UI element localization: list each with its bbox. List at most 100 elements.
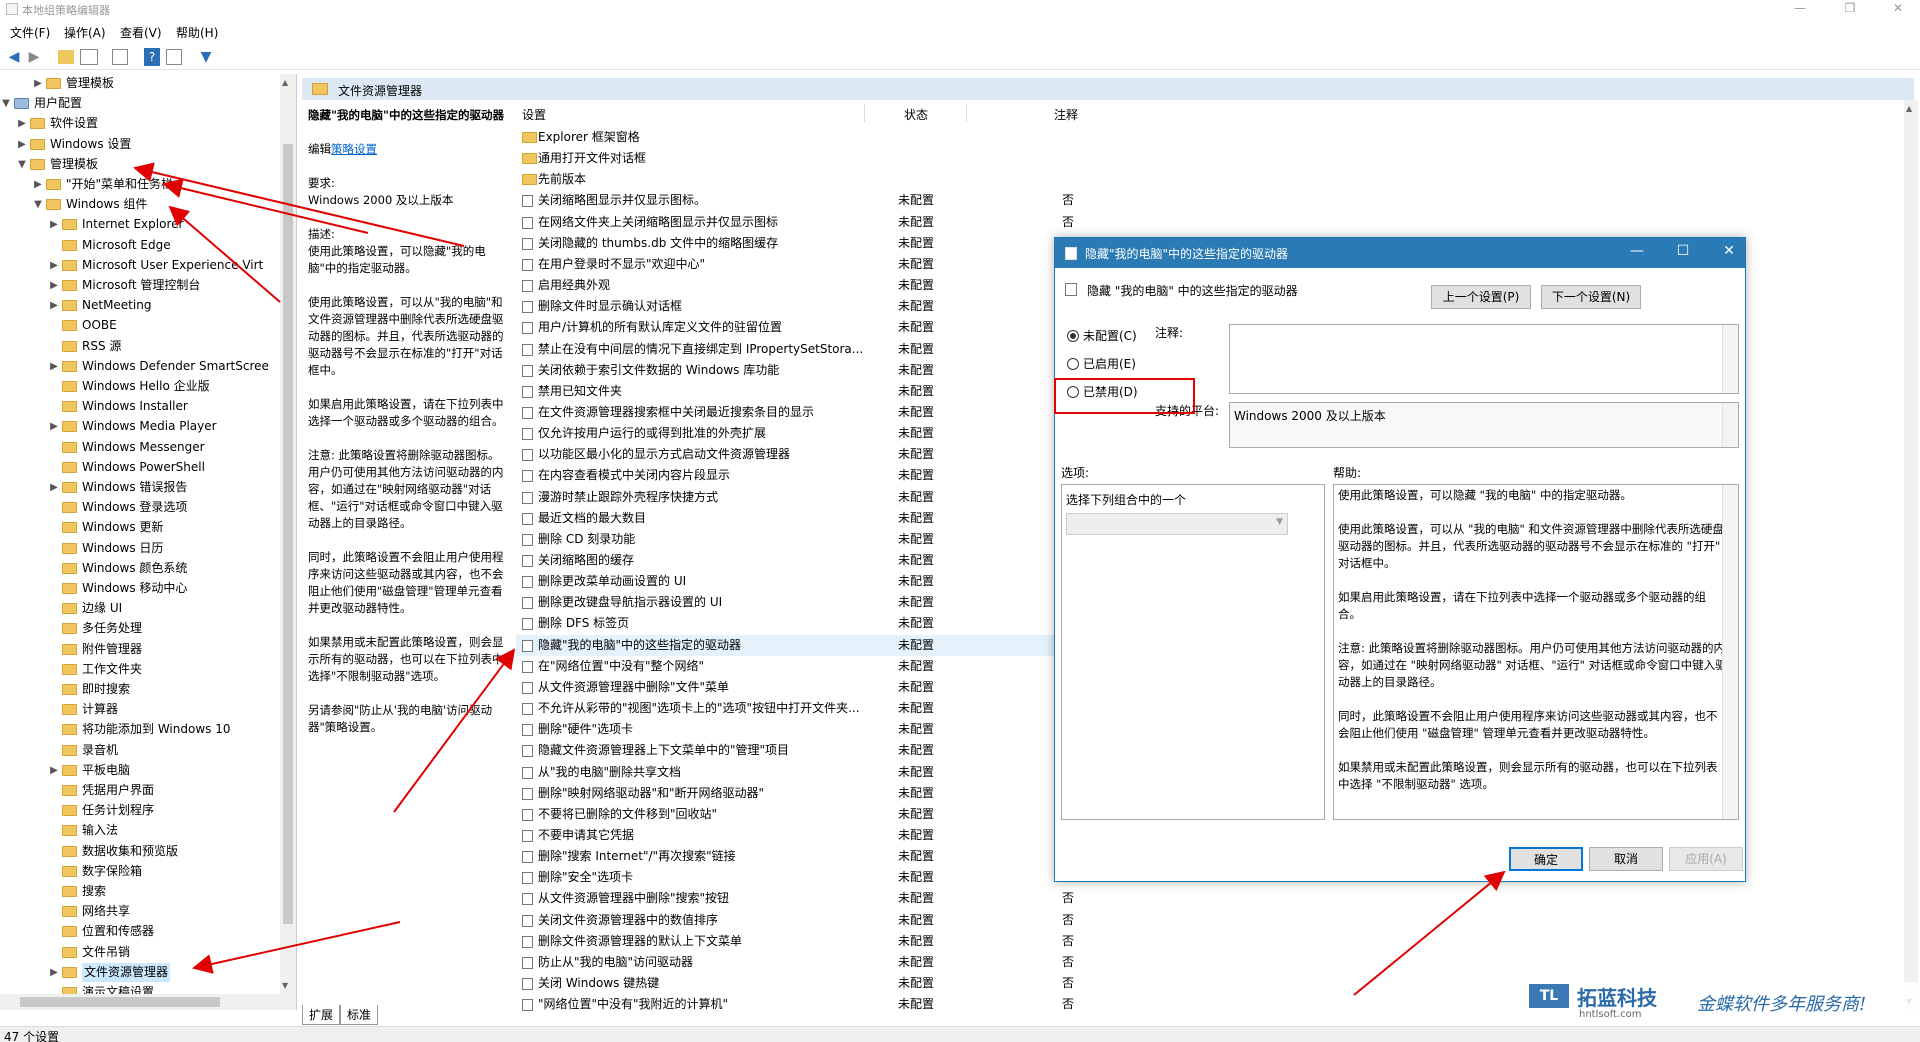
folder-row[interactable]: Explorer 框架窗格	[516, 127, 1616, 148]
chevron-right-icon[interactable]: ▶	[48, 357, 60, 376]
chevron-down-icon[interactable]: ▼	[32, 195, 44, 214]
tree-item[interactable]: ▼ Windows 组件	[0, 195, 282, 214]
export-list-icon[interactable]	[112, 49, 128, 65]
platform-scrollbar[interactable]	[1722, 403, 1738, 447]
cancel-button[interactable]: 取消	[1589, 847, 1663, 871]
chevron-right-icon[interactable]: ▶	[48, 478, 60, 497]
ok-button[interactable]: 确定	[1509, 847, 1583, 871]
tree-horizontal-scrollbar[interactable]	[0, 994, 296, 1010]
tree-item[interactable]: ▶ Microsoft 管理控制台	[0, 276, 282, 295]
comment-scrollbar[interactable]	[1722, 325, 1738, 393]
setting-row[interactable]: 关闭 Windows 键热键 未配置 否	[516, 973, 1616, 994]
tree-item[interactable]: 搜索	[0, 882, 282, 901]
help-icon[interactable]: ?	[144, 48, 160, 66]
show-hide-tree-icon[interactable]	[80, 49, 98, 65]
tree-item[interactable]: Windows Hello 企业版	[0, 377, 282, 396]
tree-vertical-scrollbar[interactable]: ▲ ▼	[280, 74, 296, 994]
back-icon[interactable]: ◀	[6, 48, 22, 66]
tab-extended[interactable]: 扩展	[302, 1005, 341, 1025]
chevron-right-icon[interactable]: ▶	[16, 114, 28, 133]
up-folder-icon[interactable]	[58, 50, 74, 64]
tree-item[interactable]: Windows Messenger	[0, 438, 282, 457]
tree-item[interactable]: OOBE	[0, 316, 282, 335]
tree-item[interactable]: 文件吊销	[0, 943, 282, 962]
minimize-button[interactable]: —	[1780, 0, 1820, 18]
tree-item[interactable]: 将功能添加到 Windows 10	[0, 720, 282, 739]
chevron-right-icon[interactable]: ▶	[32, 74, 44, 93]
chevron-right-icon[interactable]: ▶	[48, 276, 60, 295]
chevron-right-icon[interactable]: ▶	[32, 175, 44, 194]
tree-item[interactable]: 输入法	[0, 821, 282, 840]
tree-item[interactable]: Windows 颜色系统	[0, 559, 282, 578]
menu-action[interactable]: 操作(A)	[64, 24, 106, 41]
previous-setting-button[interactable]: 上一个设置(P)	[1431, 285, 1531, 309]
tree-item[interactable]: 凭据用户界面	[0, 781, 282, 800]
help-scrollbar[interactable]	[1722, 485, 1738, 819]
close-button[interactable]: ✕	[1878, 0, 1918, 18]
next-setting-button[interactable]: 下一个设置(N)	[1541, 285, 1641, 309]
chevron-down-icon[interactable]: ▼	[16, 155, 28, 174]
tree-item[interactable]: ▼ 用户配置	[0, 94, 282, 113]
edit-policy-link[interactable]: 策略设置	[331, 142, 377, 156]
menu-view[interactable]: 查看(V)	[120, 24, 162, 41]
tree-scroll-thumb[interactable]	[283, 144, 293, 924]
tree-item[interactable]: Windows Installer	[0, 397, 282, 416]
chevron-right-icon[interactable]: ▶	[48, 296, 60, 315]
dialog-minimize-button[interactable]: —	[1627, 243, 1647, 259]
tree-item[interactable]: ▶ 文件资源管理器	[0, 962, 282, 982]
tree-item[interactable]: ▶ "开始"菜单和任务栏	[0, 175, 282, 194]
tree-item[interactable]: ▶ Windows Defender SmartScree	[0, 357, 282, 376]
setting-row[interactable]: 防止从"我的电脑"访问驱动器 未配置 否	[516, 952, 1616, 973]
setting-row[interactable]: 从文件资源管理器中删除"搜索"按钮 未配置 否	[516, 888, 1616, 909]
chevron-right-icon[interactable]: ▶	[48, 256, 60, 275]
apply-button[interactable]: 应用(A)	[1669, 847, 1743, 871]
tree-item[interactable]: 计算器	[0, 700, 282, 719]
tree-item[interactable]: RSS 源	[0, 337, 282, 356]
column-note[interactable]: 注释	[1054, 106, 1078, 123]
tree-item[interactable]: 录音机	[0, 741, 282, 760]
dialog-close-button[interactable]: ✕	[1719, 243, 1739, 259]
tree-item[interactable]: Microsoft Edge	[0, 236, 282, 255]
tree-item[interactable]: 网络共享	[0, 902, 282, 921]
tree-item[interactable]: 多任务处理	[0, 619, 282, 638]
tree-item[interactable]: 工作文件夹	[0, 660, 282, 679]
menu-help[interactable]: 帮助(H)	[176, 24, 218, 41]
drive-select[interactable]: ▼	[1066, 513, 1288, 535]
comment-textarea[interactable]	[1229, 324, 1739, 394]
tree-item[interactable]: 数据收集和预览版	[0, 842, 282, 861]
tree-item[interactable]: ▶ 平板电脑	[0, 761, 282, 780]
tree-item[interactable]: 附件管理器	[0, 640, 282, 659]
tree-item[interactable]: ▶ Windows 设置	[0, 135, 282, 154]
tree-item[interactable]: 即时搜索	[0, 680, 282, 699]
tree-item[interactable]: ▼ 管理模板	[0, 155, 282, 174]
folder-row[interactable]: 先前版本	[516, 169, 1616, 190]
tree-item[interactable]: ▶ Windows 错误报告	[0, 478, 282, 497]
restore-button[interactable]: ❐	[1830, 0, 1870, 18]
tree-item[interactable]: ▶ Microsoft User Experience Virt	[0, 256, 282, 275]
menu-file[interactable]: 文件(F)	[10, 24, 50, 41]
setting-row[interactable]: 关闭文件资源管理器中的数值排序 未配置 否	[516, 910, 1616, 931]
setting-row[interactable]: 在网络文件夹上关闭缩略图显示并仅显示图标 未配置 否	[516, 212, 1616, 233]
filter-icon[interactable]: ▼	[198, 48, 214, 66]
chevron-down-icon[interactable]: ▼	[0, 94, 12, 113]
tree-item[interactable]: Windows 日历	[0, 539, 282, 558]
tree-item[interactable]: Windows 登录选项	[0, 498, 282, 517]
chevron-right-icon[interactable]: ▶	[48, 417, 60, 436]
chevron-right-icon[interactable]: ▶	[48, 215, 60, 234]
column-setting[interactable]: 设置	[522, 106, 546, 123]
tree-item[interactable]: Windows 更新	[0, 518, 282, 537]
tree-item[interactable]: ▶ 软件设置	[0, 114, 282, 133]
chevron-right-icon[interactable]: ▶	[16, 135, 28, 154]
tree-item[interactable]: Windows PowerShell	[0, 458, 282, 477]
tree-item[interactable]: 边缘 UI	[0, 599, 282, 618]
chevron-right-icon[interactable]: ▶	[48, 761, 60, 780]
properties-icon[interactable]	[166, 49, 182, 65]
setting-row[interactable]: 删除文件资源管理器的默认上下文菜单 未配置 否	[516, 931, 1616, 952]
tree-item[interactable]: 位置和传感器	[0, 922, 282, 941]
setting-row[interactable]: "网络位置"中没有"我附近的计算机" 未配置 否	[516, 994, 1616, 1015]
radio-enabled[interactable]: 已启用(E)	[1067, 356, 1136, 372]
tree-item[interactable]: Windows 移动中心	[0, 579, 282, 598]
tree-item[interactable]: ▶ Internet Explorer	[0, 215, 282, 234]
tree-item[interactable]: 数字保险箱	[0, 862, 282, 881]
radio-not-configured[interactable]: 未配置(C)	[1067, 328, 1137, 344]
